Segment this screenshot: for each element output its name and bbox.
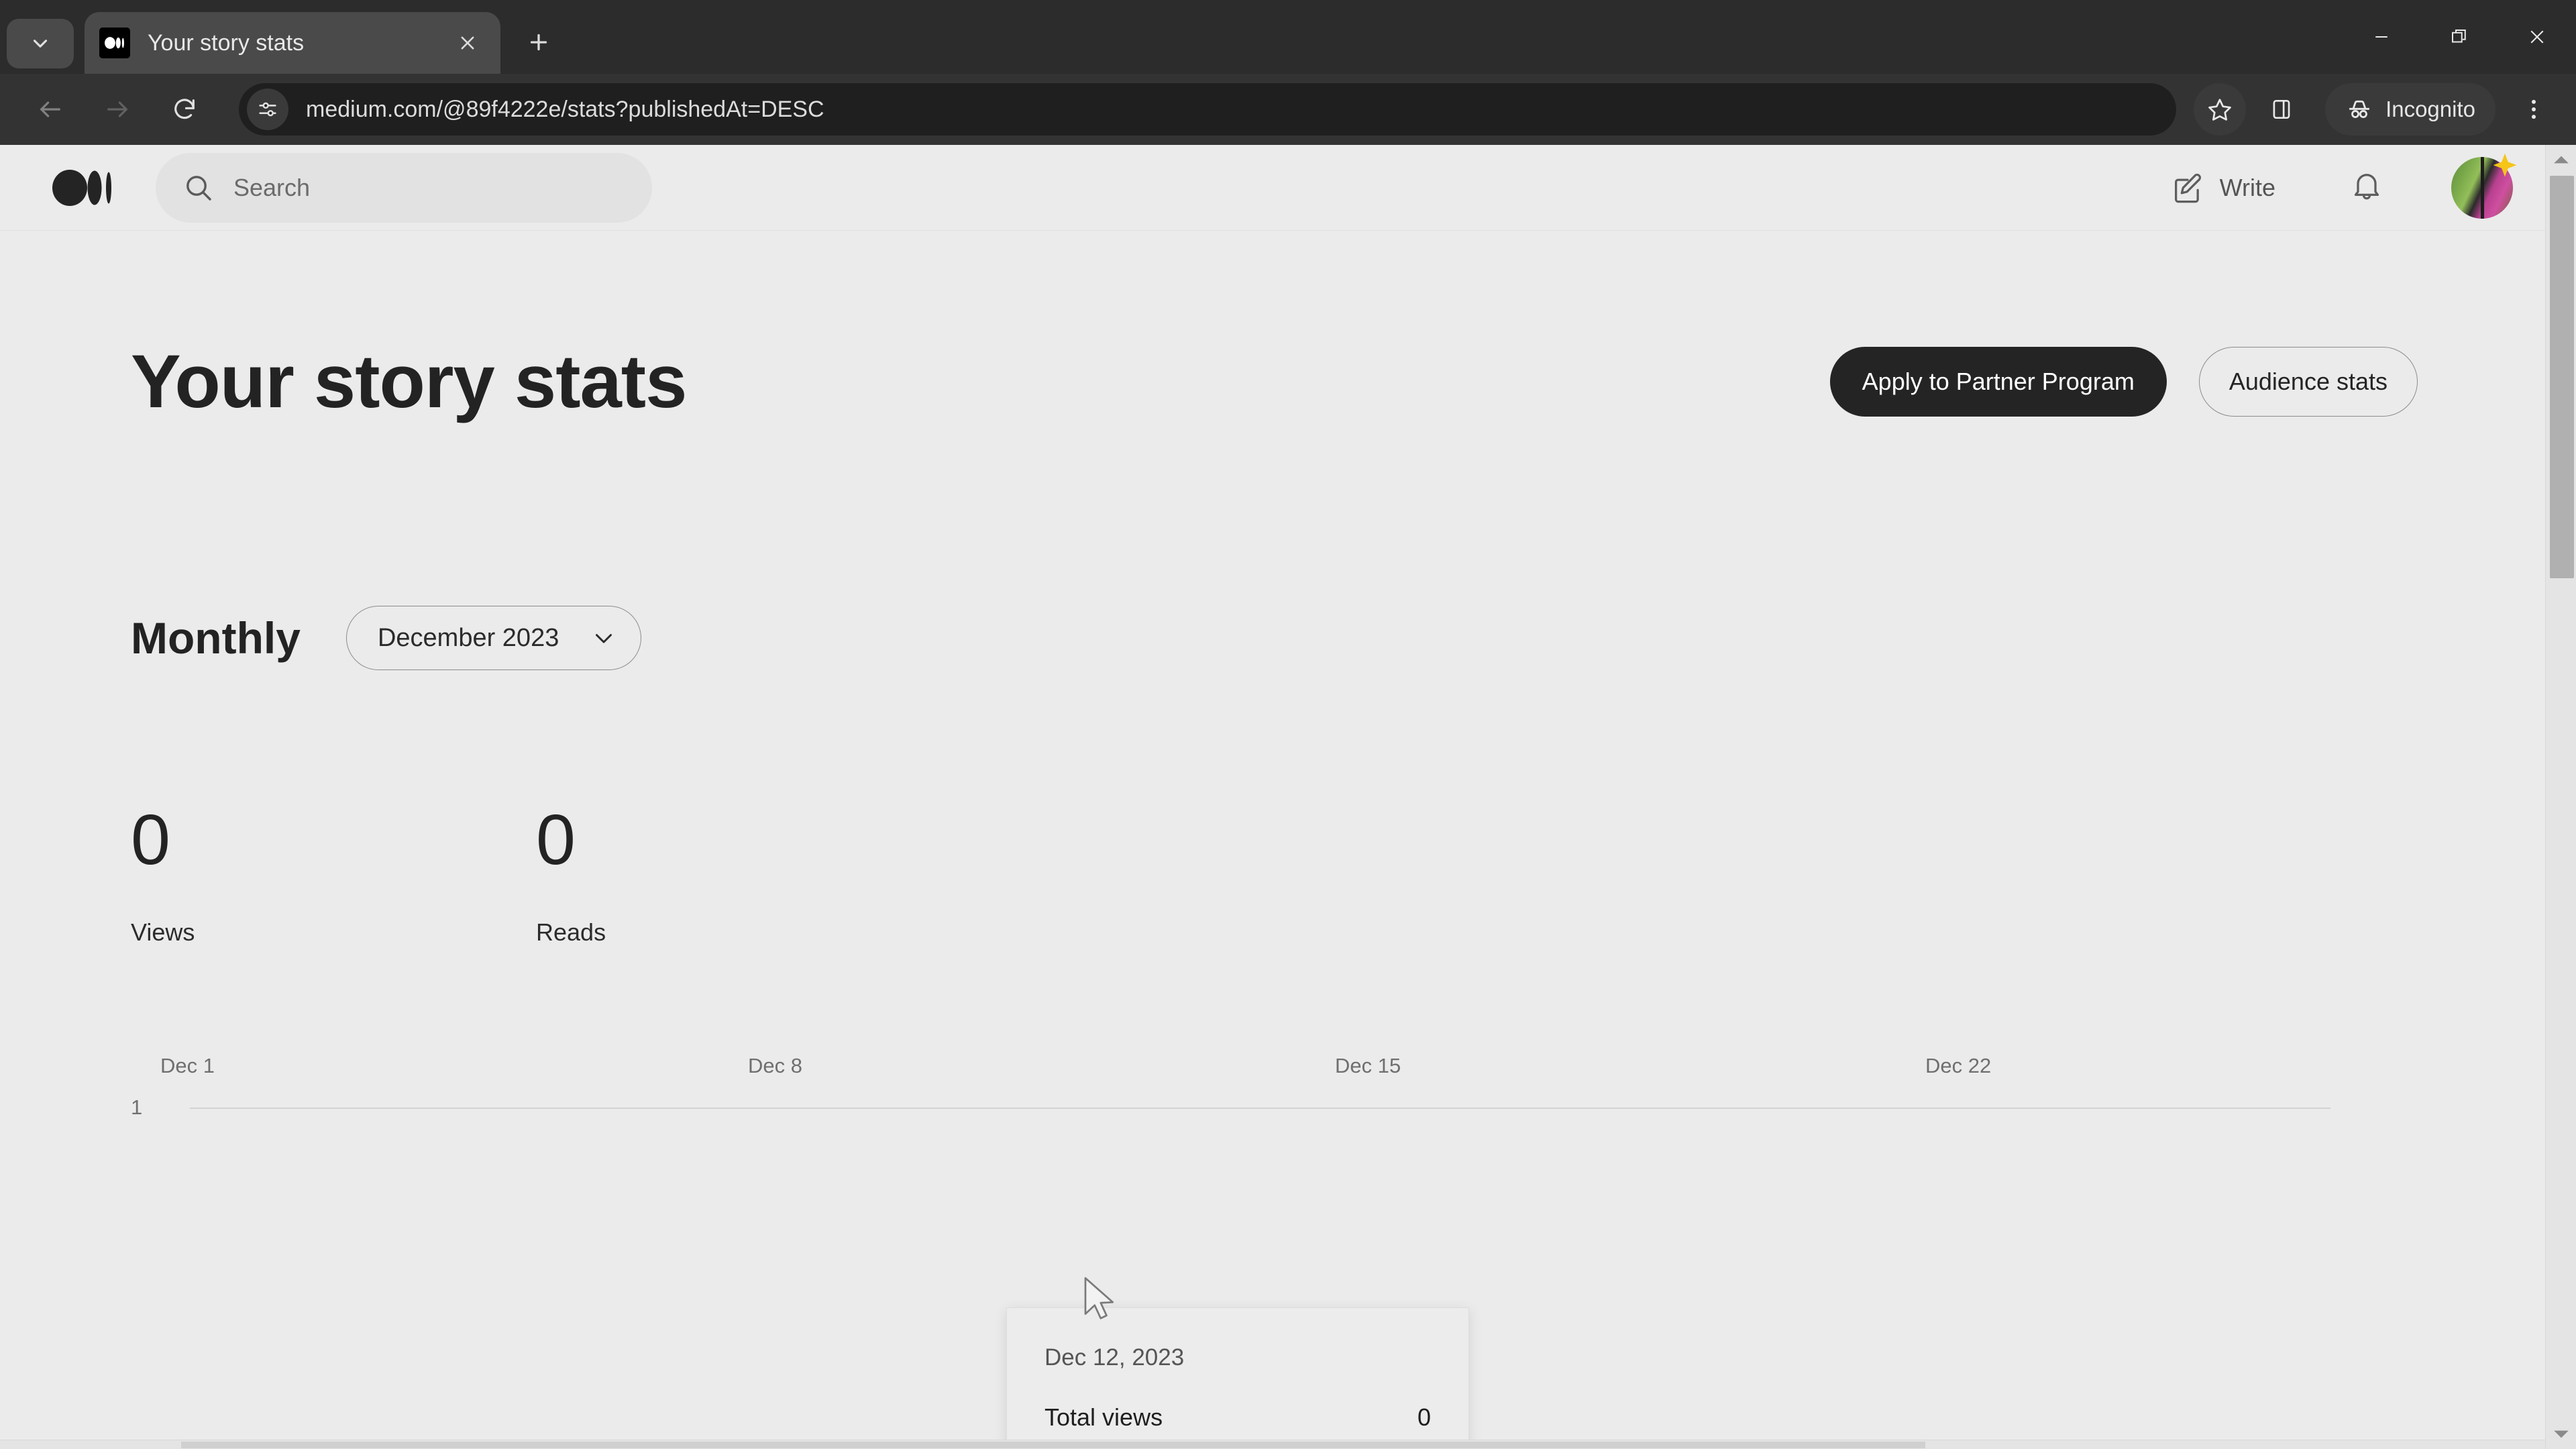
horizontal-scrollbar-thumb[interactable] [181,1442,1925,1448]
write-button[interactable]: Write [2170,170,2275,205]
close-window-icon [2530,30,2544,44]
browser-tab[interactable]: Your story stats [85,12,500,74]
incognito-label: Incognito [2385,97,2475,121]
chevron-down-icon [33,40,48,48]
site-information-button[interactable] [247,89,288,130]
horizontal-scrollbar[interactable] [0,1440,2545,1449]
avatar[interactable] [2451,153,2517,219]
page-viewport: Search Write Your story stats Apply to P… [0,145,2576,1449]
write-label: Write [2219,173,2275,201]
chart-tooltip: Dec 12, 2023 Total views 0 Total reads 0 [1006,1307,1469,1449]
side-panel-icon [2273,99,2290,119]
medium-logo[interactable] [52,169,114,207]
apply-partner-program-button[interactable]: Apply to Partner Program [1829,346,2167,417]
vertical-scrollbar-thumb[interactable] [2550,176,2574,578]
tab-title: Your story stats [148,30,305,56]
title-actions: Apply to Partner Program Audience stats [1829,346,2418,417]
page-title: Your story stats [131,339,687,423]
incognito-indicator[interactable]: Incognito [2325,83,2496,136]
metric-label: Views [131,918,195,946]
metric-value: 0 [131,800,170,879]
metrics-row: 0 Views 0 Reads [131,804,2545,947]
minimize-button[interactable] [2343,0,2420,74]
chevron-up-icon [2554,156,2569,164]
y-tick-label: 1 [131,1095,143,1119]
metric-value: 0 [536,800,576,879]
tab-strip: Your story stats [0,0,2576,74]
browser-toolbar: medium.com/@89f4222e/stats?publishedAt=D… [0,74,2576,145]
site-header: Search Write [0,145,2545,231]
back-button[interactable] [24,83,76,136]
three-dot-menu-icon [2531,99,2536,119]
back-arrow-icon [40,101,60,117]
address-bar[interactable]: medium.com/@89f4222e/stats?publishedAt=D… [239,83,2177,136]
page-title-row: Your story stats Apply to Partner Progra… [131,338,2545,425]
period-label: Monthly [131,613,301,663]
medium-logo-icon [52,169,111,206]
browser-window: Your story stats medium.com/@89f4222e/st… [0,0,2576,1449]
scroll-up-button[interactable] [2546,145,2576,174]
x-tick-label: Dec 8 [748,1054,802,1077]
chart-x-axis: Dec 1 Dec 8 Dec 15 Dec 22 [131,1054,2414,1081]
x-tick-label: Dec 1 [160,1054,215,1077]
window-controls [2343,0,2576,74]
restore-button[interactable] [2420,0,2498,74]
restore-icon [2452,30,2466,43]
forward-arrow-icon [107,101,127,117]
month-select[interactable]: December 2023 [345,606,642,670]
close-icon [461,36,474,50]
vertical-scrollbar[interactable] [2545,145,2576,1449]
tooltip-value: 0 [1417,1403,1431,1431]
x-tick-label: Dec 22 [1925,1054,1992,1077]
forward-button[interactable] [91,83,144,136]
medium-logo-icon [99,28,130,58]
minimize-icon [2375,36,2387,38]
reload-icon [174,99,195,119]
new-tab-button[interactable] [515,19,562,66]
tooltip-row: Total views 0 [1044,1403,1431,1432]
bell-icon [2354,174,2379,200]
chart-gridline [190,1108,2330,1109]
main-content: Your story stats Apply to Partner Progra… [0,338,2545,1430]
header-actions: Write [2170,153,2517,219]
metric-reads: 0 Reads [536,804,941,947]
metric-views: 0 Views [131,804,536,947]
audience-stats-button[interactable]: Audience stats [2198,346,2418,417]
close-tab-button[interactable] [449,25,486,61]
search-placeholder: Search [233,173,311,201]
bookmark-button[interactable] [2194,83,2247,136]
write-pencil-icon [2174,173,2201,203]
chevron-down-icon [596,634,612,643]
incognito-icon [2349,100,2369,118]
page-content: Search Write Your story stats Apply to P… [0,145,2545,1449]
scroll-down-button[interactable] [2546,1419,2576,1449]
month-select-value: December 2023 [377,623,559,652]
search-input[interactable]: Search [156,152,652,223]
star-badge-icon [2493,153,2517,177]
notifications-button[interactable] [2349,168,2384,207]
url-text: medium.com/@89f4222e/stats?publishedAt=D… [306,96,824,122]
tab-search-button[interactable] [7,19,74,68]
plus-icon [530,34,547,51]
star-icon [2208,99,2231,121]
tooltip-key: Total views [1044,1403,1163,1431]
chevron-down-icon [2554,1430,2569,1438]
close-window-button[interactable] [2498,0,2576,74]
metric-label: Reads [536,918,606,946]
tune-icon [259,102,276,117]
search-icon [186,175,211,201]
medium-favicon-glyph [105,37,124,49]
tooltip-date: Dec 12, 2023 [1044,1344,1185,1371]
period-selector-row: Monthly December 2023 [131,606,2545,670]
browser-menu-button[interactable] [2508,83,2560,136]
reload-button[interactable] [158,83,211,136]
x-tick-label: Dec 15 [1335,1054,1401,1077]
side-panel-button[interactable] [2255,83,2308,136]
